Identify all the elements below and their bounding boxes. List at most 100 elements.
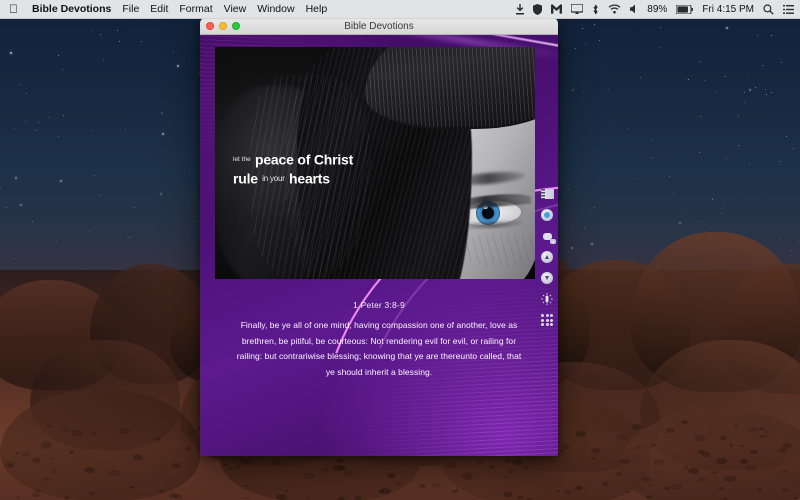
star	[779, 161, 781, 163]
star	[113, 242, 115, 244]
brightness-icon[interactable]	[540, 292, 554, 306]
star	[103, 60, 105, 62]
star	[658, 154, 660, 156]
comment-icon[interactable]	[540, 229, 556, 244]
menu-bar[interactable]:  Bible Devotions File Edit Format View …	[0, 0, 800, 19]
shield-icon[interactable]	[533, 3, 543, 15]
scrub-bush	[303, 472, 315, 480]
star	[77, 29, 79, 31]
star	[699, 115, 701, 117]
scrub-bush	[228, 466, 234, 470]
app-window[interactable]: Bible Devotions let the peace of Christ …	[200, 18, 558, 456]
star	[771, 92, 773, 94]
scrub-bush	[507, 469, 515, 474]
scrub-bush	[522, 466, 529, 471]
star	[699, 60, 701, 62]
menu-item-file[interactable]: File	[122, 3, 139, 15]
star	[154, 173, 156, 175]
star	[37, 121, 39, 123]
menu-item-format[interactable]: Format	[179, 3, 212, 15]
star	[10, 52, 13, 55]
wifi-icon[interactable]	[608, 4, 621, 14]
download-icon[interactable]	[516, 3, 525, 15]
star	[791, 250, 793, 252]
star	[171, 250, 173, 252]
star	[725, 158, 727, 160]
star	[740, 194, 742, 196]
verse-line-1: Finally, be ye all of one mind, having c…	[240, 320, 518, 330]
star	[749, 164, 751, 166]
star	[743, 92, 745, 94]
search-icon[interactable]	[763, 3, 774, 15]
menu-item-view[interactable]: View	[224, 3, 247, 15]
star	[687, 79, 689, 80]
photo-overlay-line-2: rule in your hearts	[233, 170, 403, 189]
scrub-bush	[794, 496, 798, 499]
star	[88, 230, 90, 232]
effects-grid-icon[interactable]	[540, 313, 554, 327]
menu-item-app[interactable]: Bible Devotions	[32, 3, 111, 15]
star	[754, 87, 756, 89]
star	[744, 101, 746, 103]
scrub-bush	[694, 434, 706, 441]
star	[725, 27, 728, 30]
star	[659, 27, 661, 29]
airplay-icon[interactable]	[571, 4, 584, 14]
star	[747, 74, 749, 76]
menu-bar-left:  Bible Devotions File Edit Format View …	[6, 3, 327, 15]
volume-icon[interactable]	[630, 4, 638, 14]
scrub-bush	[620, 458, 630, 464]
menu-item-window[interactable]: Window	[257, 3, 294, 15]
devotion-photo[interactable]: let the peace of Christ rule in your hea…	[215, 47, 535, 279]
window-title-bar[interactable]: Bible Devotions	[200, 18, 558, 35]
star	[749, 88, 752, 91]
scrub-bush	[3, 461, 15, 468]
scrub-bush	[379, 487, 391, 495]
slide-toolbar[interactable]: ▲ ▼	[538, 187, 556, 327]
scrub-bush	[729, 444, 734, 447]
list-icon[interactable]	[783, 4, 794, 14]
star	[129, 236, 131, 238]
scrub-bush	[445, 461, 457, 469]
star	[13, 258, 15, 260]
download-circle-icon[interactable]: ▼	[540, 271, 554, 285]
window-title: Bible Devotions	[344, 20, 414, 32]
overlay-let-the: let the	[233, 155, 251, 163]
scrub-bush	[504, 459, 511, 463]
bluetooth-icon[interactable]	[592, 4, 599, 15]
star	[9, 250, 11, 252]
star	[570, 225, 572, 227]
scrub-bush	[563, 490, 572, 495]
star	[101, 168, 103, 170]
apple-logo-icon[interactable]: 	[6, 3, 21, 15]
star	[28, 257, 30, 259]
menubar-clock[interactable]: Fri 4:15 PM	[702, 4, 754, 15]
star	[162, 234, 164, 236]
gmail-icon[interactable]	[551, 4, 563, 14]
scrub-bush	[614, 471, 622, 476]
scrub-bush	[747, 427, 759, 433]
star	[57, 136, 59, 138]
scrub-bush	[576, 431, 587, 437]
star	[650, 139, 652, 141]
star	[568, 250, 570, 252]
star	[589, 116, 591, 118]
record-icon[interactable]	[540, 208, 554, 222]
scrub-bush	[51, 470, 56, 473]
star	[672, 193, 674, 195]
star	[605, 67, 607, 69]
star	[721, 213, 723, 215]
menu-item-edit[interactable]: Edit	[150, 3, 168, 15]
scrub-bush	[63, 496, 71, 500]
star	[582, 27, 584, 29]
scrub-bush	[560, 449, 566, 452]
star	[590, 242, 593, 245]
share-up-icon[interactable]: ▲	[540, 250, 554, 264]
battery-icon[interactable]	[676, 4, 694, 14]
menu-item-help[interactable]: Help	[306, 3, 328, 15]
star	[14, 177, 17, 180]
scrub-bush	[782, 442, 792, 448]
media-icon[interactable]	[540, 187, 554, 201]
star	[723, 205, 725, 207]
star	[568, 257, 570, 259]
